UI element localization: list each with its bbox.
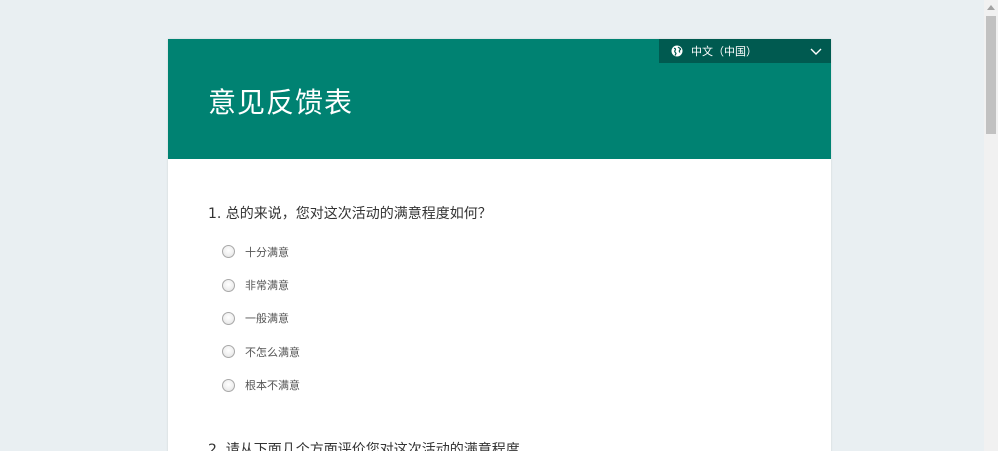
form-body: 1. 总的来说，您对这次活动的满意程度如何？ 十分满意 非常满意 一般满意 不怎… xyxy=(168,159,831,402)
form-header: 意见反馈表 中文（中国） xyxy=(168,39,831,159)
option-quite-satisfied[interactable]: 非常满意 xyxy=(222,268,791,301)
radio-button[interactable] xyxy=(222,245,235,259)
radio-button[interactable] xyxy=(222,278,235,292)
language-label: 中文（中国） xyxy=(691,45,757,58)
scrollbar-thumb[interactable] xyxy=(986,16,996,134)
scroll-up-arrow-icon[interactable] xyxy=(984,0,998,14)
question-2-title: 2. 请从下面几个方面评价您对这次活动的满意程度 xyxy=(208,442,520,451)
form-title: 意见反馈表 xyxy=(208,86,354,119)
question-1-title: 1. 总的来说，您对这次活动的满意程度如何？ xyxy=(208,206,492,222)
radio-button[interactable] xyxy=(222,311,235,325)
option-somewhat-satisfied[interactable]: 一般满意 xyxy=(222,302,791,335)
language-selector[interactable]: 中文（中国） xyxy=(659,39,831,63)
chevron-down-icon xyxy=(809,44,823,58)
option-label: 根本不满意 xyxy=(245,379,300,393)
option-not-very-satisfied[interactable]: 不怎么满意 xyxy=(222,335,791,368)
option-not-at-all-satisfied[interactable]: 根本不满意 xyxy=(222,369,791,402)
radio-button[interactable] xyxy=(222,378,235,392)
option-very-satisfied[interactable]: 十分满意 xyxy=(222,235,791,268)
option-label: 不怎么满意 xyxy=(245,345,300,359)
option-label: 非常满意 xyxy=(245,279,289,293)
vertical-scrollbar[interactable] xyxy=(984,0,998,451)
option-label: 十分满意 xyxy=(245,245,289,259)
option-label: 一般满意 xyxy=(245,312,289,326)
radio-button[interactable] xyxy=(222,345,235,359)
question-1-options: 十分满意 非常满意 一般满意 不怎么满意 根本不满意 xyxy=(208,235,791,402)
form-card: 意见反馈表 中文（中国） 1. 总的来说，您对这次活动的满意程度如何？ 十分满意… xyxy=(168,39,831,451)
globe-icon xyxy=(671,45,683,57)
page: 意见反馈表 中文（中国） 1. 总的来说，您对这次活动的满意程度如何？ 十分满意… xyxy=(0,0,998,451)
